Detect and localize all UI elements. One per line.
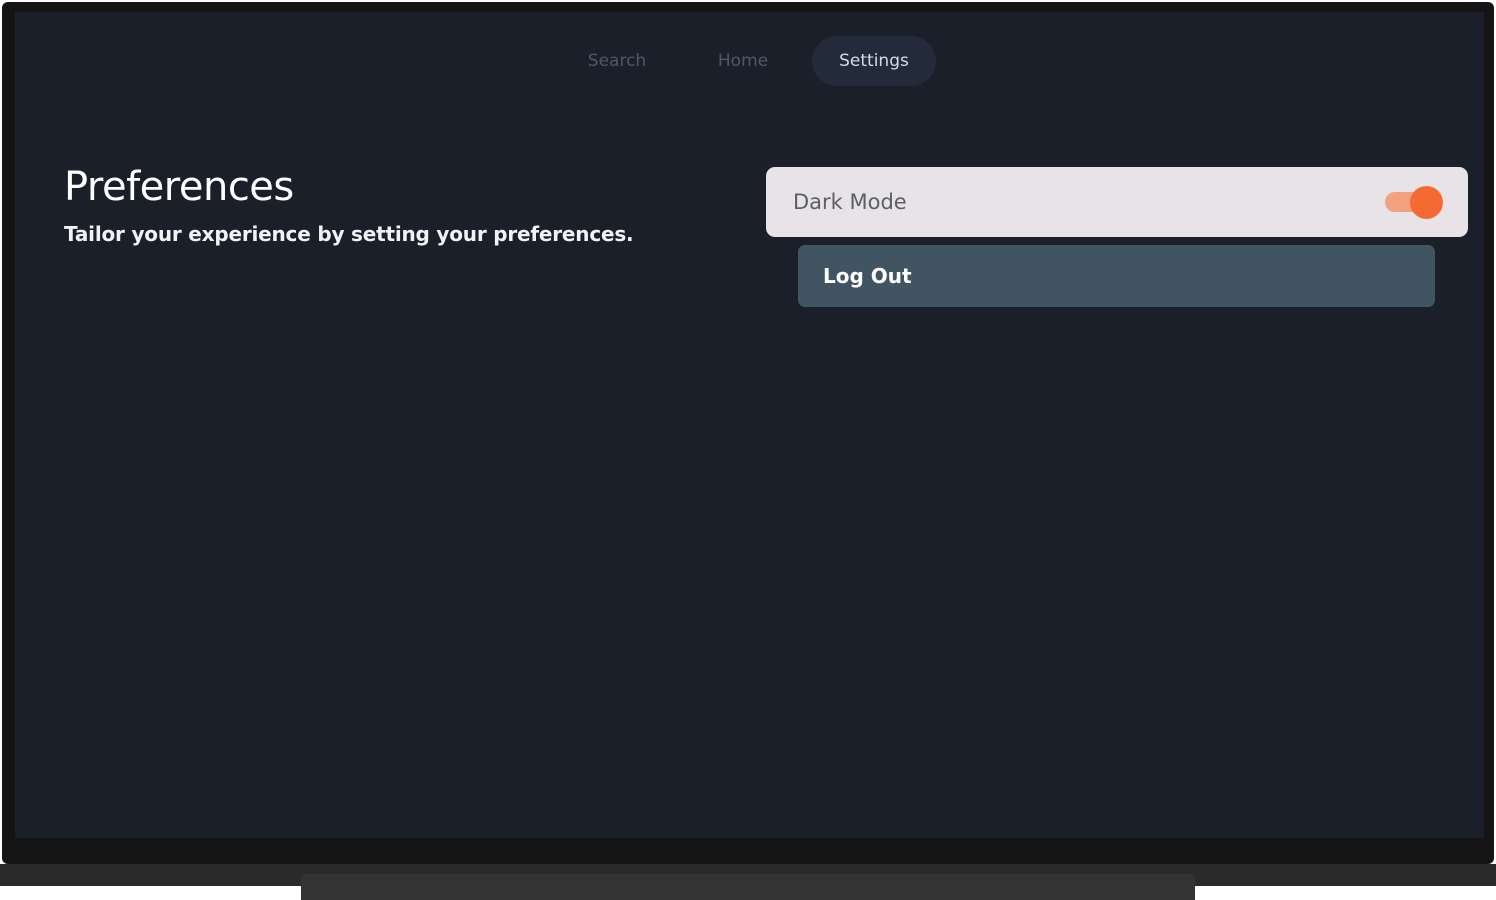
nav-tab-settings[interactable]: Settings: [812, 36, 936, 86]
toggle-knob: [1410, 186, 1443, 219]
dark-mode-label: Dark Mode: [793, 190, 907, 214]
page-subtitle: Tailor your experience by setting your p…: [64, 222, 634, 246]
logout-label: Log Out: [823, 264, 912, 288]
dark-mode-toggle[interactable]: [1385, 186, 1443, 219]
dark-mode-setting[interactable]: Dark Mode: [766, 167, 1468, 237]
tv-frame: Search Home Settings Preferences Tailor …: [0, 0, 1496, 900]
tv-screen: Search Home Settings Preferences Tailor …: [15, 12, 1484, 838]
nav-tab-search[interactable]: Search: [575, 36, 659, 86]
tv-stand: [301, 874, 1195, 900]
page-title: Preferences: [64, 164, 294, 210]
top-navigation: Search Home Settings: [15, 36, 1484, 86]
nav-tab-home[interactable]: Home: [701, 36, 785, 86]
logout-button[interactable]: Log Out: [798, 245, 1435, 307]
